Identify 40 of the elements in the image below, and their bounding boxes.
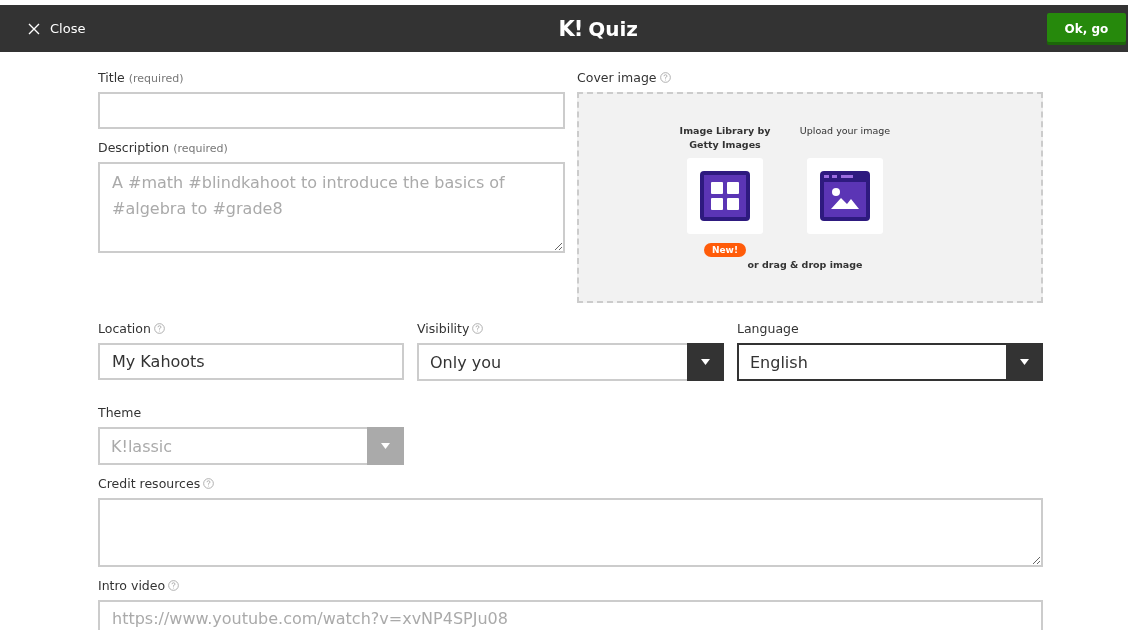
close-button[interactable]: Close (28, 21, 86, 36)
close-icon (28, 22, 40, 35)
dropdown-arrow-icon (381, 443, 390, 449)
dropdown-arrow-icon (701, 359, 710, 365)
textarea-field[interactable] (98, 498, 1043, 567)
cover-image-dropzone[interactable]: Image Library by Getty Images New! Upload your image or drag & drop image (577, 92, 1043, 303)
dropdown-field[interactable]: Only you (417, 343, 724, 381)
field-label: Credit resources (98, 476, 201, 491)
field-label: Intro video (98, 578, 166, 593)
required-hint: (required) (173, 142, 228, 155)
option-label: Image Library by Getty Images (678, 124, 772, 152)
field-label: Location (98, 321, 151, 336)
help-icon[interactable] (472, 323, 484, 334)
input-field[interactable]: https://www.youtube.com/watch?v=xvNP4SPJu08 (98, 600, 1043, 630)
image-library-button[interactable] (687, 158, 763, 234)
help-icon[interactable] (168, 580, 180, 591)
upload-image-button[interactable] (807, 158, 883, 234)
dropdown-arrow-icon (1020, 359, 1029, 365)
field-label: Visibility (417, 321, 470, 336)
dropdown-field[interactable]: English (737, 343, 1043, 381)
textarea-field[interactable]: A #math #blindkahoot to introduce the basics of #algebra to #grade8 (98, 162, 565, 253)
logo: K! (558, 16, 583, 41)
help-icon[interactable] (203, 478, 215, 489)
field-label: Title (98, 70, 125, 85)
text-field[interactable]: My Kahoots (98, 343, 404, 380)
ok-go-button[interactable]: Ok, go (1047, 12, 1126, 45)
drop-hint: or drag & drop image (747, 259, 863, 270)
page-title: Quiz (588, 16, 638, 41)
field-label: Cover image (577, 70, 657, 85)
help-icon[interactable] (153, 323, 165, 334)
field-label: Theme (98, 405, 142, 420)
new-badge: New! (703, 243, 747, 257)
image-window-icon (820, 171, 870, 221)
grid-icon (700, 171, 750, 221)
field-label: Description (98, 140, 170, 155)
option-label: Upload your image (799, 124, 891, 138)
help-icon[interactable] (659, 72, 671, 83)
field-label: Language (737, 321, 799, 336)
required-hint: (required) (128, 72, 184, 85)
input-field[interactable] (98, 92, 565, 129)
